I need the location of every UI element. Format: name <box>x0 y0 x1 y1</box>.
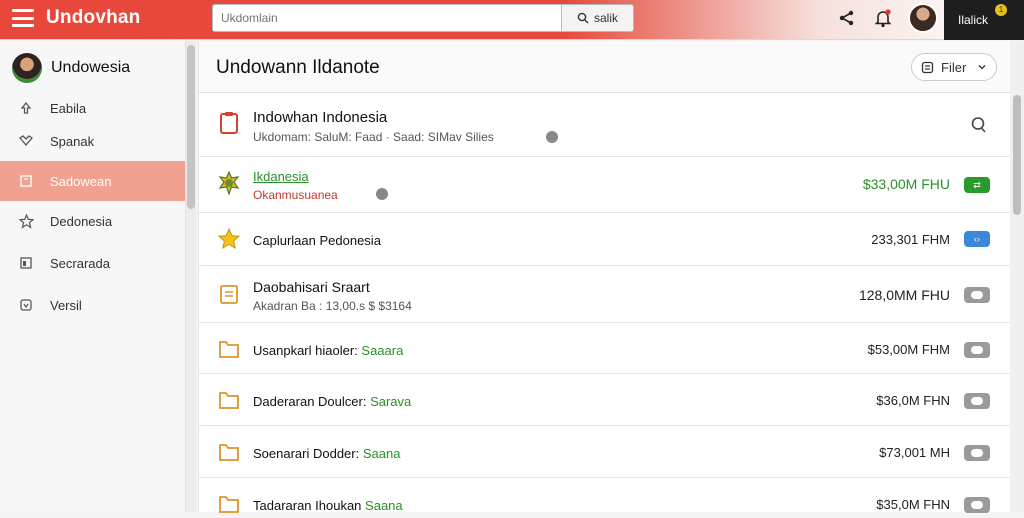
sidebar-item-spanak[interactable]: Spanak <box>0 121 185 161</box>
sidebar-item-label: Secrarada <box>50 255 110 271</box>
avatar[interactable] <box>908 3 938 33</box>
row-title: Daderaran Doulcer: Sarava <box>253 394 412 409</box>
folder-icon <box>219 341 239 358</box>
main-scrollbar[interactable] <box>1010 41 1024 512</box>
share-icon[interactable] <box>838 9 856 27</box>
info-icon[interactable] <box>546 131 558 143</box>
search-icon <box>577 12 589 24</box>
row-amount: $73,001 MH <box>879 445 950 460</box>
row-highlight: Saana <box>362 446 401 461</box>
document-icon <box>220 112 238 134</box>
sidebar: Undowesia Eabila Spanak Sadowean Dedones… <box>0 41 186 512</box>
list-item[interactable]: Daderaran Doulcer: Sarava $36,0M FHN <box>199 374 1010 426</box>
profile-avatar <box>12 53 42 83</box>
main-header: Undowann Ildanote Filer <box>199 41 1010 93</box>
document-icon <box>18 173 34 189</box>
sidebar-item-label: Dedonesia <box>50 213 113 229</box>
row-title: Usanpkarl hiaoler: Saaara <box>253 343 404 358</box>
star-icon <box>18 213 34 229</box>
chevron-down-icon <box>978 65 986 70</box>
main-panel: Undowann Ildanote Filer Indowhan Indones… <box>198 41 1010 513</box>
heart-icon <box>18 133 34 149</box>
page-title: Undowann Ildanote <box>216 57 380 78</box>
sidebar-item-label: Spanak <box>50 133 95 149</box>
row-highlight: Saaara <box>361 343 404 358</box>
row-subtitle: Ukdomam: SaluM: Faad · Saad: SIMav Silie… <box>253 130 494 144</box>
row-amount: $53,00M FHM <box>867 342 950 357</box>
profile-name: Undowesia <box>51 59 131 76</box>
table-icon <box>18 255 34 271</box>
status-toggle[interactable] <box>964 445 990 461</box>
sidebar-item-secrarada[interactable]: Secrarada <box>0 243 185 283</box>
folder-icon <box>219 392 239 409</box>
row-highlight: Sarava <box>370 394 412 409</box>
filter-icon <box>921 61 934 73</box>
filter-button[interactable]: Filer <box>911 53 997 81</box>
status-toggle[interactable] <box>964 342 990 358</box>
row-amount: 233,301 FHM <box>871 232 950 247</box>
row-title: Ikdanesia <box>253 169 309 184</box>
upload-icon <box>18 100 34 116</box>
list-item[interactable]: Ikdanesia Okanmusuanea $33,00M FHU ⇄ <box>199 157 1010 213</box>
code-icon <box>18 297 34 313</box>
file-icon <box>220 285 238 304</box>
sidebar-item-dedonesia[interactable]: Dedonesia <box>0 201 185 241</box>
filter-label: Filer <box>941 59 967 75</box>
info-icon[interactable] <box>376 188 388 200</box>
row-title: Daobahisari Sraart <box>253 279 370 295</box>
row-title: Caplurlaan Pedonesia <box>253 233 381 248</box>
status-toggle[interactable] <box>964 287 990 303</box>
row-amount: $33,00M FHU <box>862 176 950 192</box>
status-toggle[interactable] <box>964 393 990 409</box>
status-toggle[interactable]: ‹› <box>964 231 990 247</box>
notification-badge: 1 <box>995 4 1007 16</box>
row-amount: $36,0M FHN <box>876 393 950 408</box>
row-amount: 128,0MM FHU <box>858 287 950 303</box>
status-toggle[interactable]: ⇄ <box>964 177 990 193</box>
row-amount: $35,0M FHN <box>876 497 950 512</box>
sidebar-item-versil[interactable]: Versil <box>0 285 185 325</box>
bell-icon[interactable] <box>874 8 892 28</box>
list-item[interactable]: Indowhan Indonesia Ukdomam: SaluM: Faad … <box>199 94 1010 157</box>
row-subtitle: Akadran Ba : 13,00.s $ $3164 <box>253 299 412 313</box>
row-subtitle: Okanmusuanea <box>253 188 338 202</box>
folder-icon <box>219 444 239 461</box>
list-item[interactable]: Caplurlaan Pedonesia 233,301 FHM ‹› <box>199 213 1010 266</box>
list-item[interactable]: Daobahisari Sraart Akadran Ba : 13,00.s … <box>199 266 1010 323</box>
list-item[interactable]: Soenarari Dodder: Saana $73,001 MH <box>199 426 1010 478</box>
top-bar: Undovhan salik Ilalick 1 <box>0 0 1024 40</box>
star-icon <box>217 227 241 250</box>
sidebar-scrollbar[interactable] <box>186 41 196 512</box>
row-title: Soenarari Dodder: Saana <box>253 446 401 461</box>
list-item[interactable]: Usanpkarl hiaoler: Saaara $53,00M FHM <box>199 323 1010 374</box>
badge-icon <box>218 171 240 195</box>
app-title: Undovhan <box>46 7 141 28</box>
sidebar-item-label: Eabila <box>50 100 87 116</box>
search-icon[interactable] <box>970 116 988 134</box>
sidebar-item-sadowean[interactable]: Sadowean <box>0 161 185 201</box>
sidebar-item-label: Sadowean <box>50 173 112 189</box>
menu-icon[interactable] <box>12 9 34 27</box>
search-input[interactable] <box>212 4 562 32</box>
row-title: Tadararan Ihoukan Saana <box>253 498 403 513</box>
sidebar-profile[interactable]: Undowesia <box>12 53 130 83</box>
search-button[interactable]: salik <box>562 4 634 32</box>
row-title: Indowhan Indonesia <box>253 109 388 126</box>
status-toggle[interactable] <box>964 497 990 513</box>
folder-icon <box>219 496 239 513</box>
sidebar-item-label: Versil <box>50 297 82 313</box>
list-item[interactable]: Tadararan Ihoukan Saana $35,0M FHN <box>199 478 1010 518</box>
row-highlight: Saana <box>365 498 403 513</box>
user-menu[interactable]: Ilalick <box>944 0 1024 40</box>
search-button-label: salik <box>593 11 618 25</box>
user-label: Ilalick <box>958 13 989 27</box>
